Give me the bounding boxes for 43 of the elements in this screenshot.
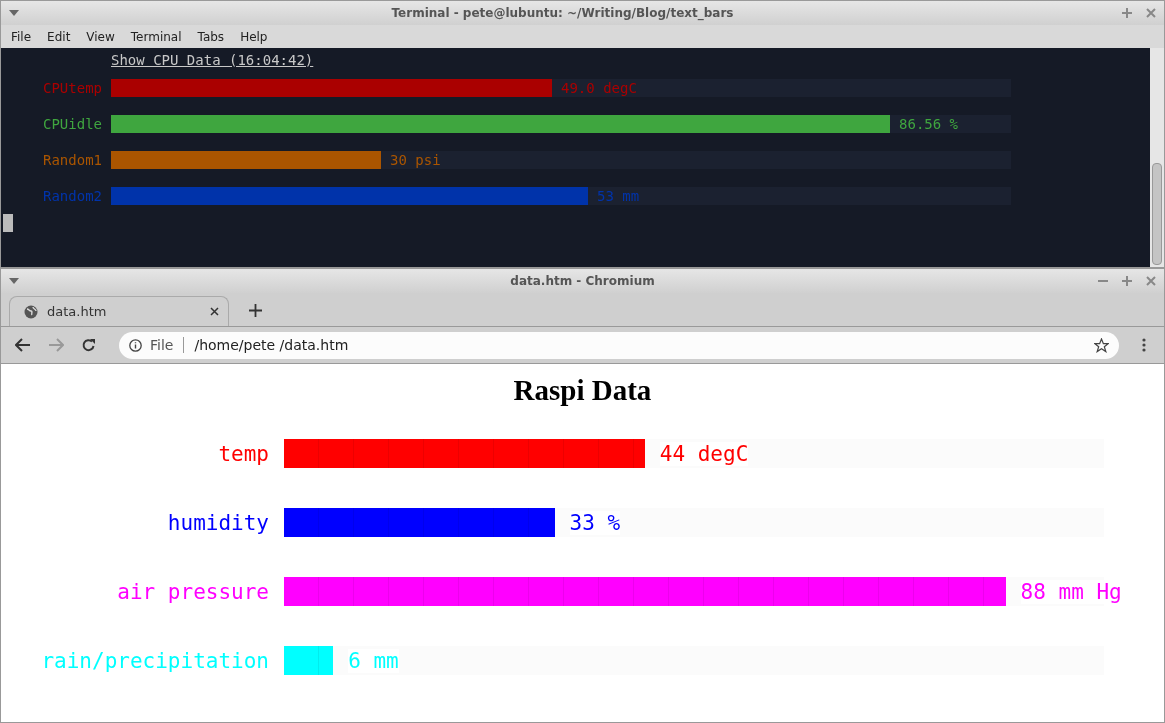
- browser-tab[interactable]: data.htm: [9, 296, 229, 326]
- menu-item[interactable]: Help: [232, 29, 276, 44]
- bar-label: CPUtemp: [42, 80, 102, 96]
- bar-reading: 30 psi: [390, 152, 441, 168]
- menu-item[interactable]: File: [3, 29, 40, 44]
- info-icon: [129, 338, 142, 352]
- back-icon[interactable]: [15, 338, 31, 352]
- scheme-label: File: [150, 337, 174, 353]
- bar-label: CPUidle: [42, 116, 102, 132]
- star-icon[interactable]: [1094, 337, 1109, 353]
- bar-reading: 6 mm: [348, 648, 399, 673]
- globe-icon: [24, 304, 38, 319]
- menu-icon[interactable]: [1142, 338, 1146, 352]
- window-menu-icon[interactable]: [9, 278, 19, 284]
- window-title: data.htm - Chromium: [510, 274, 655, 288]
- menu-item[interactable]: Edit: [39, 29, 79, 44]
- maximize-icon[interactable]: [1122, 276, 1132, 286]
- bar-label: Random1: [42, 152, 102, 168]
- scroll-thumb[interactable]: [1152, 163, 1162, 265]
- window-title: Terminal - pete@lubuntu: ~/Writing/Blog/text_bars: [391, 6, 734, 20]
- cursor-block: [3, 214, 13, 232]
- close-icon[interactable]: [210, 307, 219, 316]
- url-text: /home/pete /data.htm: [194, 337, 350, 353]
- terminal-heading: Show CPU Data (16:04:42): [111, 51, 315, 70]
- address-bar[interactable]: File /home/pete /data.htm: [119, 331, 1119, 359]
- window-menu-icon[interactable]: [9, 10, 19, 16]
- reload-icon[interactable]: [81, 337, 96, 353]
- menu-item[interactable]: View: [78, 29, 123, 44]
- bar-label: rain/precipitation: [40, 648, 269, 673]
- bar-reading: 86.56 %: [899, 116, 959, 132]
- page-title: Raspi Data: [512, 374, 653, 407]
- bar-label: Random2: [42, 188, 102, 204]
- bar-label: humidity: [166, 510, 269, 535]
- maximize-icon[interactable]: [1122, 8, 1132, 18]
- menu-item[interactable]: Terminal: [122, 29, 190, 44]
- bar-reading: 49.0 degC: [561, 80, 637, 96]
- bar-label: air pressure: [116, 579, 269, 604]
- new-tab-icon[interactable]: [249, 304, 262, 317]
- bar-label: temp: [217, 441, 269, 466]
- scrollbar[interactable]: [1150, 48, 1164, 267]
- bar-reading: 53 mm: [597, 188, 640, 204]
- bar-reading: 88 mm Hg: [1020, 579, 1122, 604]
- menu-item[interactable]: Tabs: [189, 29, 233, 44]
